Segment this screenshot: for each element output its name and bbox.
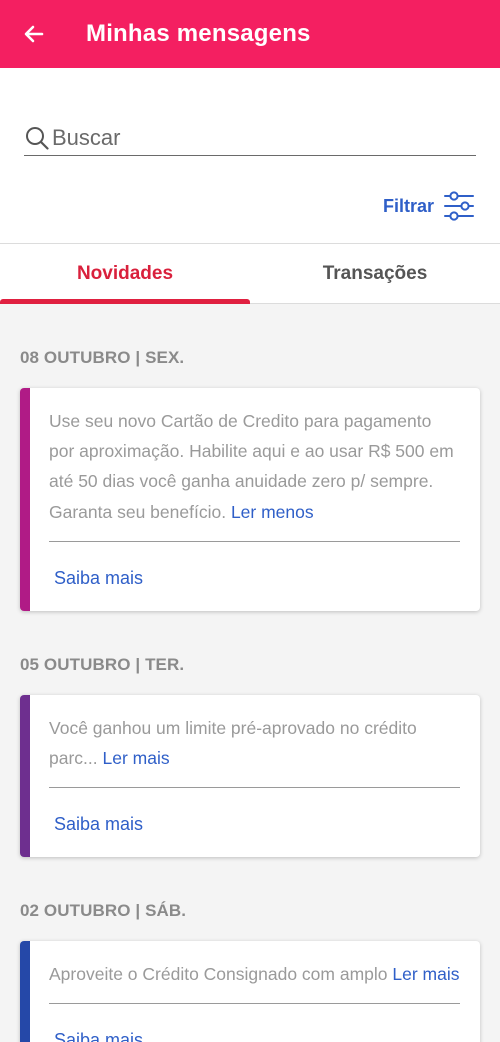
message-card: Você ganhou um limite pré-aprovado no cr… — [20, 694, 480, 858]
card-accent-bar — [20, 694, 30, 858]
page-title: Minhas mensagens — [86, 20, 311, 47]
read-more-link[interactable]: Ler mais — [392, 964, 459, 984]
read-more-link[interactable]: Ler mais — [103, 748, 170, 768]
message-feed: 08 OUTUBRO | SEX. Use seu novo Cartão de… — [0, 304, 500, 1042]
message-body: Aproveite o Crédito Consignado com amplo — [49, 964, 388, 985]
search-input[interactable] — [50, 124, 476, 151]
message-card: Aproveite o Crédito Consignado com amplo… — [20, 941, 480, 1042]
read-less-link[interactable]: Ler menos — [231, 502, 314, 522]
filter-row: Filtrar — [0, 156, 500, 224]
card-accent-bar — [20, 941, 30, 1042]
date-header: 05 OUTUBRO | TER. — [20, 654, 185, 674]
message-text: Aproveite o Crédito Consignado com amplo… — [49, 959, 460, 989]
tab-bar: Novidades Transações — [0, 244, 500, 304]
date-header: 02 OUTUBRO | SÁB. — [20, 901, 187, 921]
tab-transacoes[interactable]: Transações — [250, 244, 500, 303]
filter-label: Filtrar — [382, 195, 434, 216]
learn-more-link[interactable]: Saiba mais — [49, 1004, 460, 1042]
date-header: 08 OUTUBRO | SEX. — [20, 348, 185, 367]
top-panel: Filtrar Novidades Transações — [0, 68, 500, 304]
filter-button[interactable]: Filtrar — [383, 191, 474, 221]
app-header: Minhas mensagens — [0, 0, 500, 68]
card-body: Use seu novo Cartão de Credito para paga… — [30, 388, 480, 611]
message-card: Use seu novo Cartão de Credito para paga… — [20, 388, 480, 611]
search-bar — [0, 68, 500, 156]
card-accent-bar — [20, 388, 30, 611]
message-text: Use seu novo Cartão de Credito para paga… — [49, 406, 460, 527]
card-body: Você ganhou um limite pré-aprovado no cr… — [30, 695, 480, 857]
arrow-left-icon — [22, 22, 46, 46]
sliders-icon — [444, 191, 474, 221]
search-icon — [24, 125, 50, 151]
search-field[interactable] — [24, 120, 476, 156]
message-text: Você ganhou um limite pré-aprovado no cr… — [49, 713, 460, 773]
back-button[interactable] — [16, 16, 52, 52]
learn-more-link[interactable]: Saiba mais — [49, 788, 460, 857]
tab-novidades[interactable]: Novidades — [0, 244, 250, 304]
learn-more-link[interactable]: Saiba mais — [49, 542, 460, 611]
card-body: Aproveite o Crédito Consignado com amplo… — [30, 941, 480, 1042]
